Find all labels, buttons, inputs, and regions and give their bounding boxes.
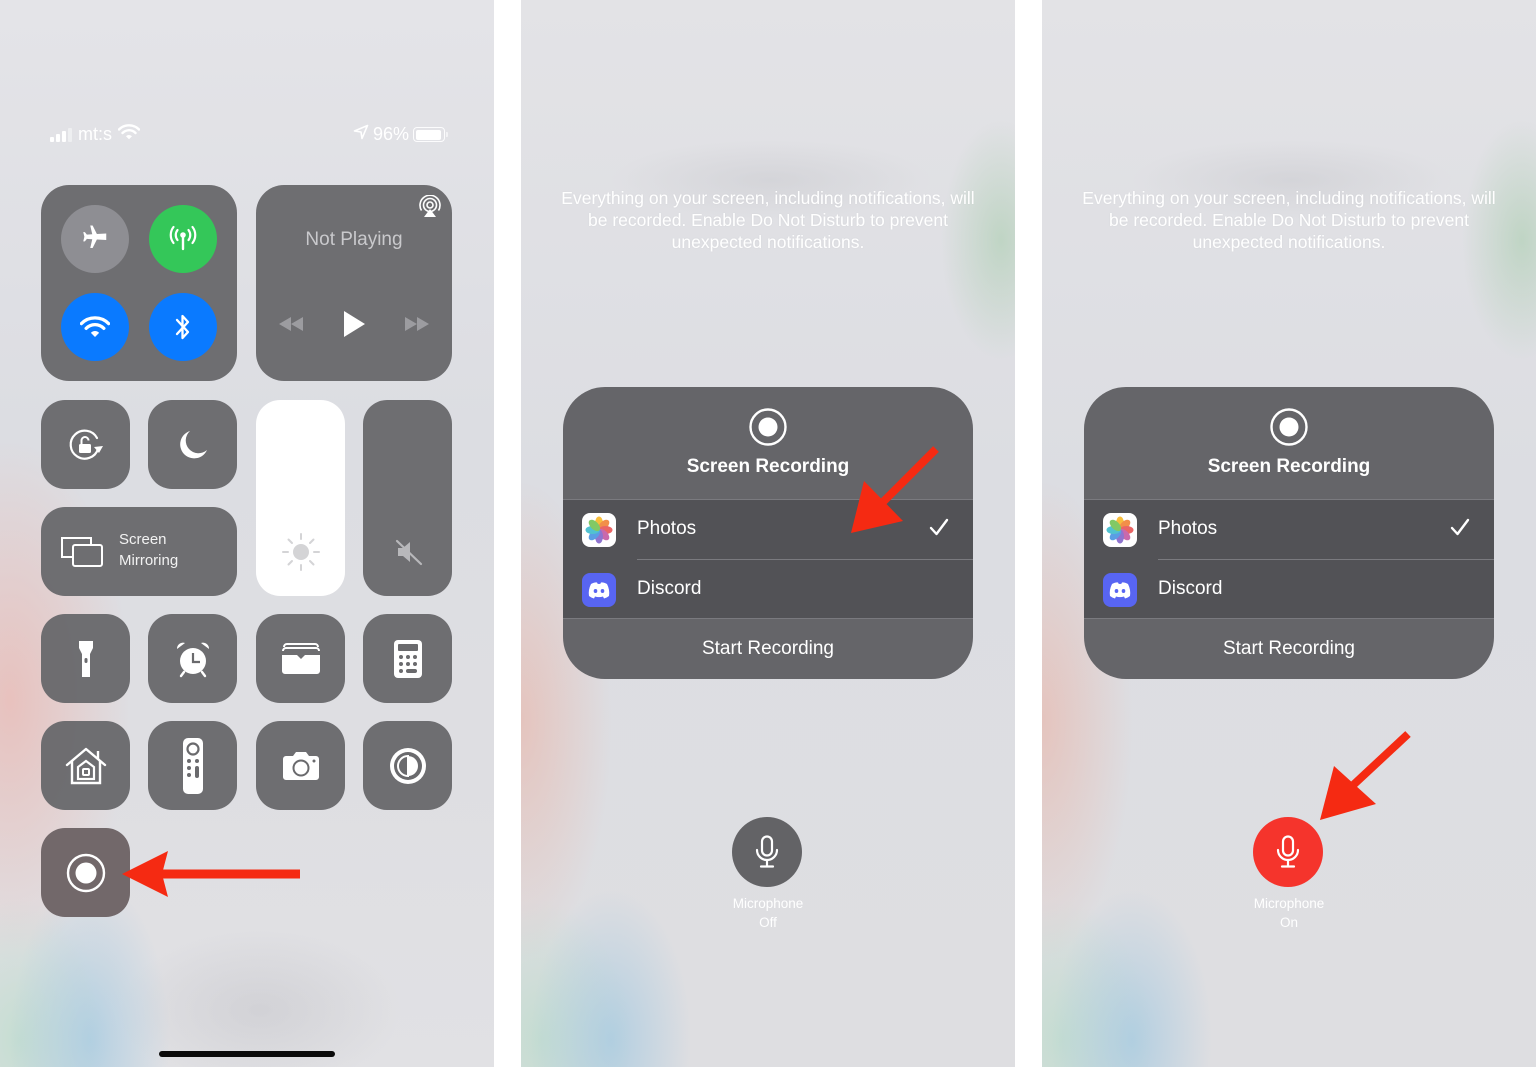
- screen-recording-sheet: Screen Recording Photos Discord Start Re…: [1084, 387, 1494, 679]
- photos-app-icon: [582, 513, 616, 547]
- microphone-state-label: Off: [759, 915, 777, 930]
- now-playing-module[interactable]: Not Playing: [256, 185, 452, 381]
- apple-tv-remote-icon: [182, 737, 203, 794]
- photos-app-icon: [1103, 513, 1137, 547]
- discord-app-icon: [1103, 573, 1137, 607]
- screen-record-button[interactable]: [41, 828, 130, 917]
- recording-warning-text: Everything on your screen, including not…: [1082, 188, 1496, 252]
- wifi-icon: [80, 316, 110, 337]
- microphone-label-line1: Microphone: [1253, 896, 1325, 911]
- screen-recording-panel-mic-off: Everything on your screen, including not…: [521, 0, 1015, 1067]
- calculator-icon: [393, 639, 422, 678]
- sheet-title: Screen Recording: [1207, 456, 1371, 477]
- rewind-icon[interactable]: [278, 316, 304, 337]
- annotation-arrow: [1320, 731, 1411, 820]
- destination-row-discord[interactable]: Discord: [563, 560, 973, 620]
- do-not-disturb-toggle[interactable]: [148, 400, 237, 489]
- antenna-icon: [169, 225, 197, 251]
- cellular-data-toggle[interactable]: [149, 205, 217, 273]
- carrier-name: mt:s: [78, 124, 112, 144]
- destination-label: Discord: [637, 578, 702, 599]
- home-icon: [65, 747, 106, 784]
- alarm-button[interactable]: [148, 614, 237, 703]
- wallet-button[interactable]: [256, 614, 345, 703]
- wallet-icon: [281, 642, 320, 674]
- microphone-label: Microphone On: [1209, 894, 1369, 932]
- sun-icon: [279, 530, 323, 579]
- camera-icon: [282, 751, 319, 780]
- rotation-lock-icon: [69, 429, 103, 460]
- microphone-icon: [755, 835, 779, 868]
- home-indicator[interactable]: [159, 1051, 335, 1057]
- brightness-slider[interactable]: [256, 400, 345, 596]
- volume-slider[interactable]: [363, 400, 452, 596]
- microphone-toggle[interactable]: [732, 817, 802, 887]
- apple-tv-remote-button[interactable]: [148, 721, 237, 810]
- airplane-mode-toggle[interactable]: [61, 205, 129, 273]
- recording-warning-text: Everything on your screen, including not…: [561, 188, 975, 252]
- wifi-icon: [117, 124, 141, 145]
- discord-app-icon: [582, 573, 616, 607]
- destination-list: Photos Discord: [1084, 499, 1494, 619]
- flashlight-button[interactable]: [41, 614, 130, 703]
- flashlight-icon: [78, 640, 93, 677]
- connectivity-module: [41, 185, 237, 381]
- orientation-lock-toggle[interactable]: [41, 400, 130, 489]
- screen-mirroring-label-2: Mirroring: [119, 552, 179, 569]
- battery-percent: 96%: [372, 124, 409, 144]
- home-button[interactable]: [41, 721, 130, 810]
- moon-icon: [179, 430, 207, 458]
- destination-row-discord[interactable]: Discord: [1084, 560, 1494, 620]
- start-recording-button[interactable]: Start Recording: [563, 619, 973, 679]
- bluetooth-icon: [175, 314, 190, 340]
- fast-forward-icon[interactable]: [404, 316, 430, 337]
- microphone-label: Microphone Off: [688, 894, 848, 932]
- screenshot-triptych: mt:s 96% Not Playing Screen Mirroring Ev…: [0, 0, 1536, 1067]
- dark-mode-button[interactable]: [363, 721, 452, 810]
- screen-mirroring-label-1: Screen: [119, 531, 167, 548]
- airplay-audio-icon[interactable]: [418, 194, 442, 224]
- status-bar: mt:s 96%: [50, 124, 448, 148]
- wifi-toggle[interactable]: [61, 293, 129, 361]
- destination-label: Discord: [1158, 578, 1223, 599]
- microphone-icon: [1276, 835, 1300, 868]
- checkmark-icon: [1450, 518, 1470, 541]
- annotation-arrow: [851, 446, 939, 533]
- screen-recording-panel-mic-on: Everything on your screen, including not…: [1042, 0, 1536, 1067]
- destination-label: Photos: [637, 518, 697, 539]
- battery-icon: [413, 127, 448, 142]
- screen-record-icon: [749, 408, 787, 446]
- start-recording-button[interactable]: Start Recording: [1084, 619, 1494, 679]
- destination-label: Photos: [1158, 518, 1218, 539]
- calculator-button[interactable]: [363, 614, 452, 703]
- speaker-muted-icon: [393, 536, 425, 573]
- bluetooth-toggle[interactable]: [149, 293, 217, 361]
- microphone-toggle[interactable]: [1253, 817, 1323, 887]
- play-icon[interactable]: [342, 310, 366, 343]
- annotation-arrow: [122, 851, 300, 897]
- microphone-label-line1: Microphone: [732, 896, 804, 911]
- screen-record-icon: [66, 853, 105, 892]
- destination-row-photos[interactable]: Photos: [1084, 500, 1494, 560]
- airplane-icon: [83, 225, 107, 248]
- location-arrow-icon: [353, 124, 369, 145]
- microphone-state-label: On: [1279, 915, 1298, 930]
- dark-mode-icon: [389, 747, 426, 784]
- screen-record-icon: [1270, 408, 1308, 446]
- screen-mirroring-icon: [59, 535, 105, 574]
- control-center-panel: mt:s 96% Not Playing Screen Mirroring: [0, 0, 494, 1067]
- cellular-signal-icon: [50, 127, 72, 142]
- screen-mirroring-button[interactable]: Screen Mirroring: [41, 507, 237, 596]
- alarm-clock-icon: [176, 642, 209, 677]
- now-playing-title: Not Playing: [305, 229, 403, 250]
- camera-button[interactable]: [256, 721, 345, 810]
